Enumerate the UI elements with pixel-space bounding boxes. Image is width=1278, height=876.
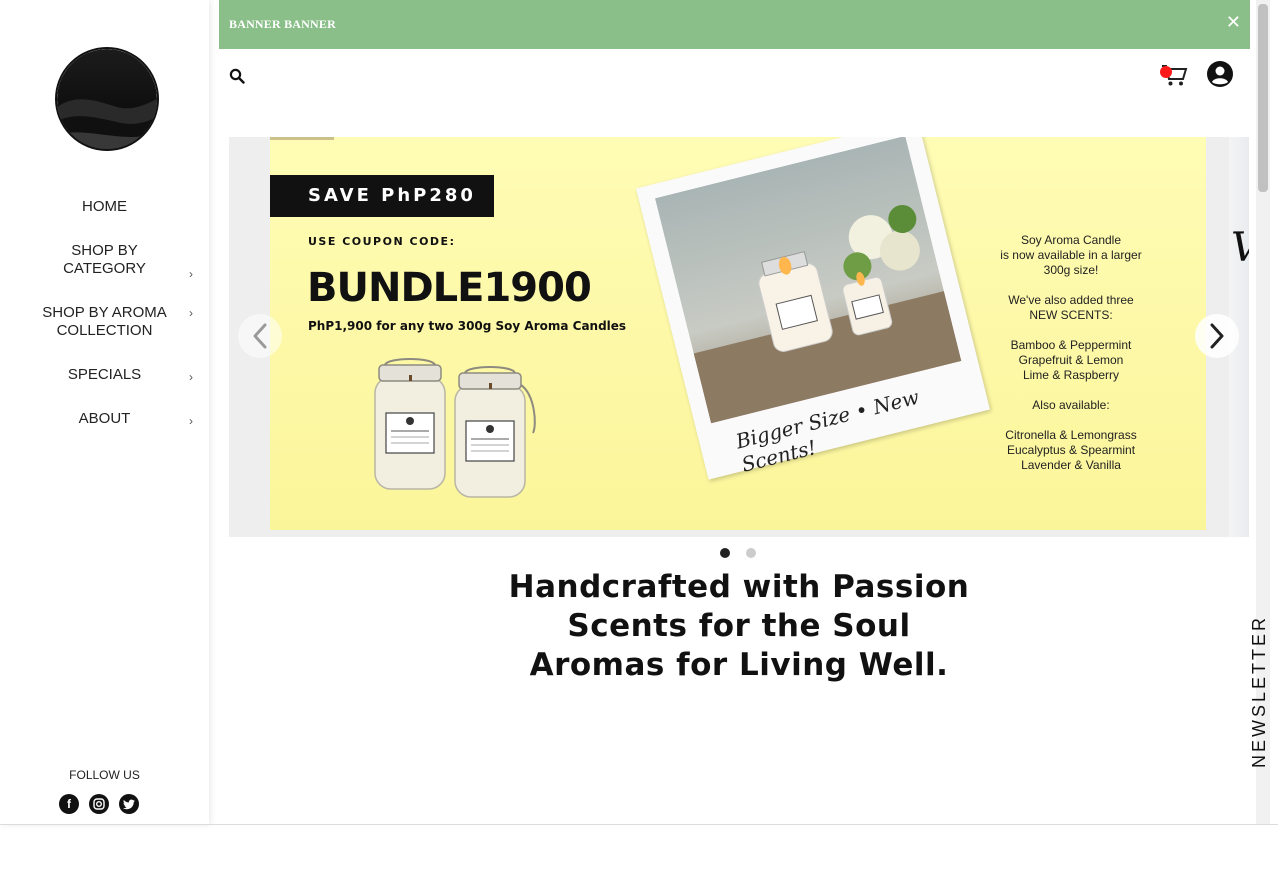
copy-line: NEW SCENTS: (1029, 308, 1113, 322)
copy-line: is now available in a larger (1000, 248, 1142, 262)
chevron-right-icon[interactable]: › (189, 412, 193, 430)
main-nav: HOME SHOP BY CATEGORY › SHOP BY AROMA CO… (0, 196, 209, 454)
hero-tagline: Handcrafted with Passion Scents for the … (229, 568, 1249, 685)
copy-line: Citronella & Lemongrass (1005, 428, 1137, 442)
slide-top-strip (270, 137, 334, 140)
chevron-right-icon (1210, 323, 1224, 349)
next-slide-peek-text: V (1231, 225, 1249, 271)
chevron-left-icon (253, 323, 267, 349)
copy-line: Eucalyptus & Spearmint (1006, 443, 1136, 457)
announcement-banner: BANNER BANNER ✕ (219, 0, 1250, 49)
newsletter-label: NEWSLETTER (1249, 614, 1269, 768)
tagline-line: Handcrafted with Passion (508, 569, 970, 605)
social-links: f (59, 794, 139, 814)
chevron-right-icon[interactable]: › (189, 368, 193, 386)
follow-us-label: FOLLOW US (69, 768, 140, 782)
nav-item-label: SHOP BY CATEGORY (63, 242, 146, 277)
copy-line: Lime & Raspberry (1022, 368, 1120, 382)
nav-item-specials[interactable]: SPECIALS › (0, 366, 209, 410)
copy-line: Grapefruit & Lemon (1018, 353, 1124, 367)
coupon-code: BUNDLE1900 (307, 265, 592, 311)
instagram-icon[interactable] (89, 794, 109, 814)
nav-item-label: HOME (82, 198, 127, 215)
close-icon[interactable]: ✕ (1226, 12, 1241, 33)
newsletter-tab[interactable]: NEWSLETTER (1247, 590, 1271, 770)
account-icon[interactable] (1206, 60, 1234, 88)
cart-badge (1160, 66, 1172, 78)
copy-line: We've also added three (1008, 293, 1134, 307)
slide-copy: Soy Aroma Candle is now available in a l… (976, 233, 1166, 473)
nav-item-shop-by-aroma-collection[interactable]: SHOP BY AROMA COLLECTION › (0, 304, 209, 366)
copy-line: Soy Aroma Candle (1020, 233, 1122, 247)
slider-next-button[interactable] (1195, 314, 1239, 358)
slider-dot-2[interactable] (746, 548, 756, 558)
copy-line: 300g size! (1043, 263, 1099, 277)
coupon-description: PhP1,900 for any two 300g Soy Aroma Cand… (308, 319, 627, 333)
slider-prev-button[interactable] (238, 314, 282, 358)
candle-photo (654, 137, 962, 424)
sidebar: HOME SHOP BY CATEGORY › SHOP BY AROMA CO… (0, 0, 209, 825)
candle-jars-image (374, 358, 536, 498)
copy-line: Lavender & Vanilla (1021, 458, 1121, 472)
nav-item-label: SPECIALS (67, 366, 142, 383)
slider-pagination (720, 548, 756, 558)
chevron-right-icon[interactable]: › (189, 265, 193, 283)
nav-item-home[interactable]: HOME (0, 198, 209, 242)
chevron-right-icon[interactable]: › (189, 304, 193, 322)
scrollbar-thumb[interactable] (1258, 4, 1268, 192)
copy-line: Bamboo & Peppermint (1010, 338, 1132, 352)
nav-item-about[interactable]: ABOUT › (0, 410, 209, 454)
twitter-icon[interactable] (119, 794, 139, 814)
nav-item-label: ABOUT (78, 410, 131, 427)
coupon-label: USE COUPON CODE: (308, 235, 456, 248)
hero-slider: SAVE PhP280 USE COUPON CODE: BUNDLE1900 … (229, 137, 1249, 537)
nav-item-label: SHOP BY AROMA COLLECTION (42, 304, 167, 339)
save-tag: SAVE PhP280 (270, 175, 494, 217)
nav-item-shop-by-category[interactable]: SHOP BY CATEGORY › (0, 242, 209, 304)
slide[interactable]: SAVE PhP280 USE COUPON CODE: BUNDLE1900 … (270, 137, 1206, 530)
footer-divider (0, 824, 1278, 825)
facebook-icon[interactable]: f (59, 794, 79, 814)
slider-dot-1[interactable] (720, 548, 730, 558)
tagline-line: Scents for the Soul (567, 608, 911, 644)
search-icon[interactable] (229, 68, 245, 84)
copy-line: Also available: (1032, 398, 1110, 412)
logo[interactable] (55, 47, 159, 151)
tagline-line: Aromas for Living Well. (529, 647, 949, 683)
polaroid-photo-frame: Bigger Size • New Scents! (636, 137, 990, 480)
banner-text: BANNER BANNER (229, 17, 336, 31)
